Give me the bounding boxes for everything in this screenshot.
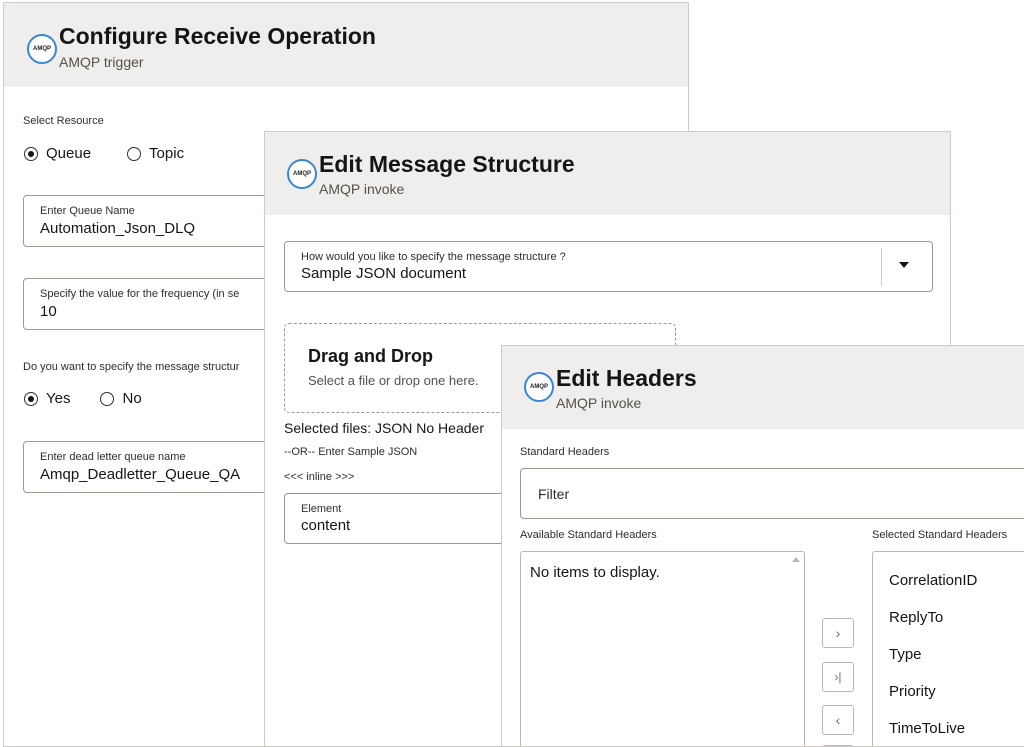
element-value: content — [301, 517, 351, 534]
available-headers-label: Available Standard Headers — [520, 529, 657, 541]
panel-header: AMQP Configure Receive Operation AMQP tr… — [4, 3, 688, 87]
scroll-up-icon[interactable] — [792, 557, 800, 562]
radio-selected-icon — [24, 391, 38, 406]
selected-header-item[interactable]: CorrelationID — [889, 572, 977, 589]
empty-list-message: No items to display. — [530, 564, 660, 581]
panel-header: AMQP Edit Message Structure AMQP invoke — [265, 132, 950, 215]
no-radio-label: No — [122, 390, 142, 407]
radio-selected-icon — [24, 146, 38, 161]
selected-files-text: Selected files: JSON No Header — [284, 420, 484, 436]
panel-title: Edit Headers — [556, 365, 697, 391]
radio-unselected-icon — [100, 391, 115, 406]
move-all-right-icon[interactable]: ›| — [822, 662, 854, 692]
chevron-down-icon[interactable] — [899, 262, 909, 268]
selected-headers-label: Selected Standard Headers — [872, 529, 1008, 541]
resource-radio-group: Queue Topic — [24, 145, 210, 162]
amqp-logo-icon: AMQP — [524, 372, 554, 402]
queue-radio[interactable]: Queue — [24, 145, 91, 162]
structure-select[interactable]: How would you like to specify the messag… — [284, 241, 933, 292]
select-resource-label: Select Resource — [23, 115, 104, 127]
dropdown-divider — [881, 248, 882, 286]
dropzone-title: Drag and Drop — [308, 346, 434, 366]
queue-name-value: Automation_Json_DLQ — [40, 220, 196, 237]
radio-unselected-icon — [127, 146, 142, 161]
structure-select-value: Sample JSON document — [301, 265, 467, 282]
yes-radio-label: Yes — [46, 390, 71, 407]
queue-radio-label: Queue — [46, 145, 92, 162]
selected-headers-list[interactable]: CorrelationID ReplyTo Type Priority Time… — [872, 551, 1024, 746]
structure-select-label: How would you like to specify the messag… — [301, 251, 566, 263]
yes-radio[interactable]: Yes — [24, 390, 70, 407]
no-radio[interactable]: No — [100, 390, 142, 407]
panel-header: AMQP Edit Headers AMQP invoke — [502, 346, 1024, 429]
filter-placeholder: Filter — [538, 486, 570, 502]
amqp-logo-icon: AMQP — [27, 34, 57, 64]
panel-title: Edit Message Structure — [319, 151, 575, 177]
move-left-icon[interactable]: ‹ — [822, 705, 854, 735]
or-enter-sample-json: --OR-- Enter Sample JSON — [284, 446, 418, 458]
panel-subtitle: AMQP invoke — [319, 181, 405, 197]
panel-subtitle: AMQP trigger — [59, 54, 144, 70]
edit-headers-panel: AMQP Edit Headers AMQP invoke Standard H… — [501, 345, 1024, 747]
structure-radio-group: Yes No — [24, 390, 168, 407]
panel-title: Configure Receive Operation — [59, 23, 376, 49]
inline-marker: <<< inline >>> — [284, 471, 355, 483]
filter-input[interactable]: Filter — [520, 468, 1024, 519]
topic-radio-label: Topic — [149, 145, 185, 162]
available-headers-list[interactable]: No items to display. — [520, 551, 805, 746]
frequency-value: 10 — [40, 303, 57, 320]
selected-header-item[interactable]: ReplyTo — [889, 609, 943, 626]
standard-headers-label: Standard Headers — [520, 446, 610, 458]
dropzone-hint: Select a file or drop one here. — [308, 373, 479, 388]
dlq-name-value: Amqp_Deadletter_Queue_QA — [40, 466, 241, 483]
amqp-logo-icon: AMQP — [287, 159, 317, 189]
selected-header-item[interactable]: Priority — [889, 683, 936, 700]
topic-radio[interactable]: Topic — [127, 145, 184, 162]
element-label: Element — [301, 503, 342, 515]
frequency-label: Specify the value for the frequency (in … — [40, 288, 240, 300]
panel-subtitle: AMQP invoke — [556, 395, 642, 411]
selected-header-item[interactable]: Type — [889, 646, 922, 663]
selected-header-item[interactable]: TimeToLive — [889, 720, 965, 737]
queue-name-label: Enter Queue Name — [40, 205, 135, 217]
structure-question: Do you want to specify the message struc… — [23, 361, 240, 373]
move-right-icon[interactable]: › — [822, 618, 854, 648]
dlq-name-label: Enter dead letter queue name — [40, 451, 186, 463]
